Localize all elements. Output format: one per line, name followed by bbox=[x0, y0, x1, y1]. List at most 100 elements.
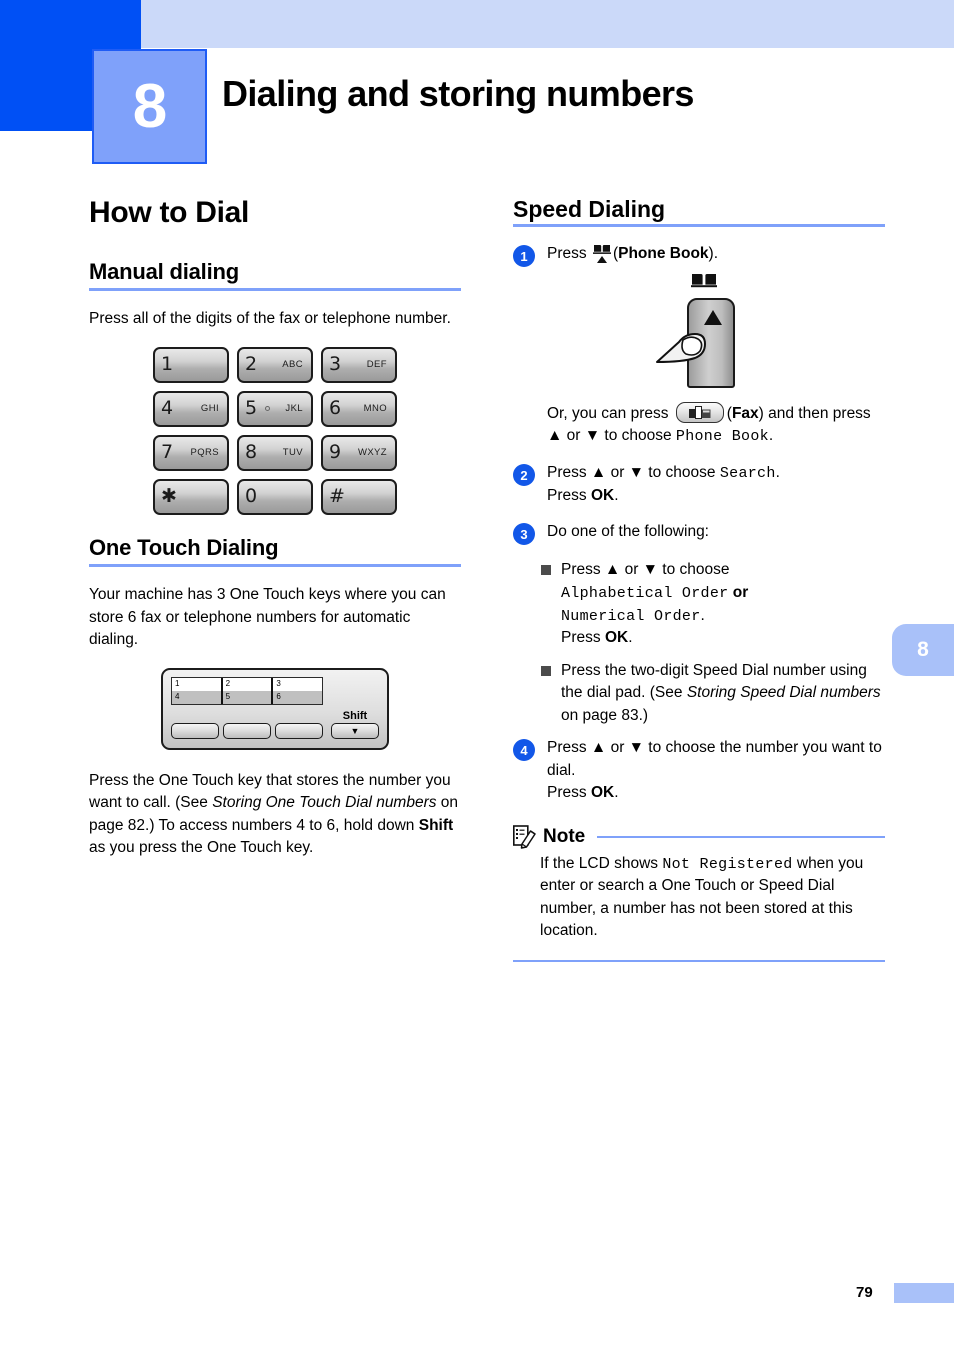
step1-phone-book-bold: Phone Book bbox=[618, 245, 709, 263]
substep-2: Press the two-digit Speed Dial number us… bbox=[513, 660, 885, 727]
step-number: 1 bbox=[513, 245, 535, 268]
otp2-part3: as you press the One Touch key. bbox=[89, 839, 314, 857]
substep-body: Press the two-digit Speed Dial number us… bbox=[561, 660, 885, 727]
dialpad-key-dot-icon bbox=[265, 406, 271, 412]
note-header-rule bbox=[597, 835, 885, 838]
one-touch-top-label: 1 bbox=[172, 677, 221, 691]
step4-line1: Press ▲ or ▼ to choose the number you wa… bbox=[547, 739, 882, 779]
dialpad-key-digit: 2 bbox=[245, 353, 258, 376]
one-touch-label-grid: 1 4 2 5 3 6 bbox=[171, 676, 323, 705]
step1-text-before: Press bbox=[547, 245, 591, 263]
one-touch-bottom-label: 6 bbox=[273, 690, 323, 704]
heading-one-touch-dialing: One Touch Dialing bbox=[89, 534, 279, 560]
dialpad-key-digit: # bbox=[329, 485, 345, 508]
dialpad-key-digit: 5 bbox=[245, 397, 258, 420]
dialpad-key-digit: 4 bbox=[161, 397, 174, 420]
dialpad-key: ✱ bbox=[153, 478, 229, 515]
shift-key-button: ▼ bbox=[331, 722, 379, 739]
phone-book-icon bbox=[691, 272, 717, 288]
dialpad-key-digit: 1 bbox=[161, 353, 174, 376]
manual-dialing-paragraph: Press all of the digits of the fax or te… bbox=[89, 310, 451, 328]
phone-book-icon bbox=[592, 243, 611, 264]
heading-rule bbox=[89, 564, 461, 568]
dialpad-key-digit: 0 bbox=[245, 485, 258, 508]
step-number: 4 bbox=[513, 739, 535, 762]
note-pencil-icon bbox=[513, 824, 536, 849]
one-touch-label-column: 2 5 bbox=[222, 677, 274, 704]
substep1-mono2-after: . bbox=[700, 606, 705, 624]
dialpad-key-digit: ✱ bbox=[161, 485, 177, 508]
step2-l1-before: Press ▲ or ▼ to choose bbox=[547, 464, 720, 482]
chapter-number-box: 8 bbox=[92, 49, 207, 164]
substep1-line3: Numerical Order. bbox=[561, 605, 885, 628]
header-light-band bbox=[141, 0, 954, 48]
step4-ok-bold: OK bbox=[590, 784, 615, 802]
shift-key-label: Shift bbox=[342, 709, 368, 722]
note-body: If the LCD shows Not Registered when you… bbox=[513, 853, 885, 943]
alt-mono-phone-book: Phone Book bbox=[675, 428, 769, 446]
dialpad-key: 5 JKL bbox=[237, 390, 313, 427]
step-1: 1 Press (Phone Book). Or, you can press … bbox=[513, 243, 885, 448]
bullet-square-icon bbox=[541, 665, 551, 676]
chapter-number: 8 bbox=[132, 71, 167, 141]
step-number: 3 bbox=[513, 523, 535, 546]
one-touch-bottom-label: 5 bbox=[222, 690, 272, 704]
alt-part3: . bbox=[768, 427, 774, 445]
section-title-speed-dialing: Speed Dialing bbox=[513, 196, 666, 222]
right-column: Speed Dialing 1 Press (Phone Book). Or, … bbox=[513, 196, 885, 962]
note-part1: If the LCD shows bbox=[540, 854, 663, 872]
dialpad-key-letters: GHI bbox=[200, 403, 219, 415]
footer-accent-bar bbox=[894, 1283, 954, 1303]
note-header: Note bbox=[513, 824, 885, 849]
step2-line1: Press ▲ or ▼ to choose Search. bbox=[547, 462, 885, 485]
dialpad-key-letters: MNO bbox=[363, 403, 387, 415]
step1-alternative-text: Or, you can press (Fax) and then press ▲… bbox=[547, 401, 885, 448]
bullet-square-icon bbox=[541, 565, 551, 576]
section-title-how-to-dial: How to Dial bbox=[89, 196, 250, 229]
dialpad-key: 6 MNO bbox=[321, 390, 397, 427]
dialpad-key-digit: 8 bbox=[245, 441, 258, 464]
step-body: Press ▲ or ▼ to choose the number you wa… bbox=[547, 737, 885, 804]
dialpad-key: 4 GHI bbox=[153, 390, 229, 427]
chapter-side-tab: 8 bbox=[892, 624, 954, 676]
substep-body: Press ▲ or ▼ to choose Alphabetical Orde… bbox=[561, 559, 885, 649]
note-title: Note bbox=[543, 825, 586, 847]
dialpad-key-letters: PQRS bbox=[190, 447, 219, 459]
dialpad-key-digit: 9 bbox=[329, 441, 342, 464]
page-title: Dialing and storing numbers bbox=[222, 73, 694, 114]
press-phone-book-illustration bbox=[641, 272, 791, 392]
step2-line2: Press OK. bbox=[547, 485, 885, 507]
one-touch-button bbox=[223, 722, 271, 739]
step-body: Press ▲ or ▼ to choose Search. Press OK. bbox=[547, 462, 885, 507]
heading-rule bbox=[513, 224, 885, 228]
dialpad-key-letters: TUV bbox=[282, 447, 303, 459]
step-number: 2 bbox=[513, 464, 535, 487]
one-touch-top-label: 2 bbox=[222, 677, 272, 691]
substep1-or: or bbox=[728, 583, 749, 601]
left-column: How to Dial Manual dialing Press all of … bbox=[89, 196, 461, 876]
step-3: 3 Do one of the following: bbox=[513, 521, 885, 546]
note-mono-not-registered: Not Registered bbox=[662, 855, 793, 873]
shift-key-group: Shift ▼ bbox=[331, 710, 379, 739]
note-footer-rule bbox=[513, 959, 885, 962]
dialpad-key: 1 bbox=[153, 346, 229, 383]
step2-mono-search: Search bbox=[719, 465, 776, 483]
step4-l2-before: Press bbox=[547, 784, 591, 802]
step2-l2-before: Press bbox=[547, 486, 591, 504]
dialpad-key-letters: WXYZ bbox=[357, 447, 387, 459]
substep2-part2: on page 83.) bbox=[561, 706, 649, 724]
step1-text-after: ). bbox=[708, 245, 718, 263]
substep1-line4: Press OK. bbox=[561, 627, 885, 649]
dialpad-key-letters: ABC bbox=[282, 359, 303, 371]
one-touch-top-label: 3 bbox=[273, 677, 323, 691]
step4-line2: Press OK. bbox=[547, 782, 885, 804]
dialpad-key: 7 PQRS bbox=[153, 434, 229, 471]
substep1-mono-numerical: Numerical Order bbox=[561, 607, 701, 625]
heading-manual-dialing: Manual dialing bbox=[89, 259, 239, 284]
dialpad-key-letters: JKL bbox=[285, 403, 303, 415]
step-body: Do one of the following: bbox=[547, 523, 709, 541]
step2-l2-after: . bbox=[614, 486, 619, 504]
page-number: 79 bbox=[856, 1284, 873, 1301]
otp2-bold-shift: Shift bbox=[418, 816, 454, 834]
one-touch-button-row: Shift ▼ bbox=[171, 710, 379, 739]
